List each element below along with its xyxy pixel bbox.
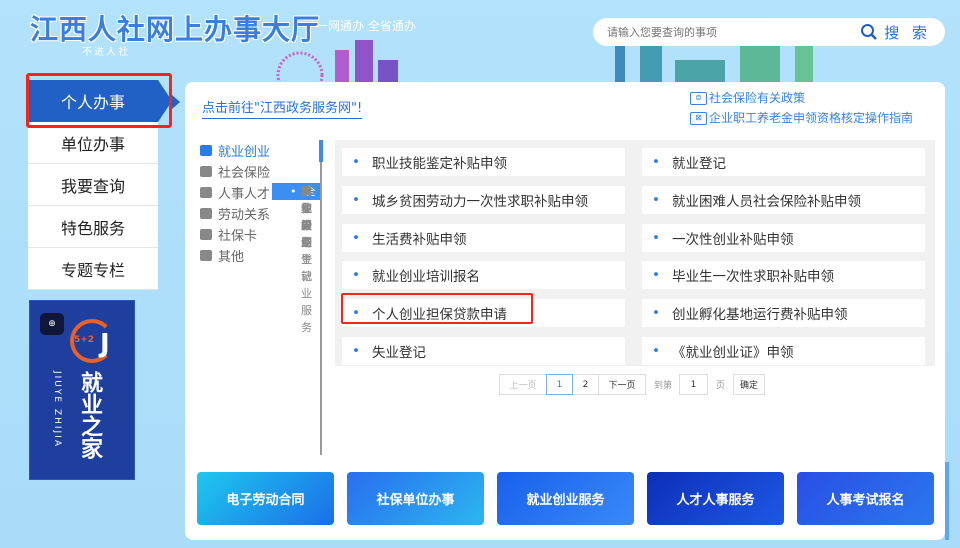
service-item[interactable]: 城乡贫困劳动力一次性求职补贴申领	[342, 185, 625, 214]
policy-link-label: 社会保险有关政策	[709, 91, 806, 105]
service-item[interactable]: 《就业创业证》申领	[642, 337, 925, 366]
confirm-button[interactable]: 确定	[733, 374, 766, 395]
card-e-contract[interactable]: 电子劳动合同	[197, 472, 334, 525]
side-nav: 个人办事 单位办事 我要查询 特色服务 专题专栏	[28, 80, 172, 290]
gov-service-link[interactable]: 点击前往"江西政务服务网"!	[202, 97, 363, 119]
service-grid: 职业技能鉴定补贴申领 就业登记 城乡贫困劳动力一次性求职补贴申领 就业困难人员社…	[335, 140, 935, 366]
nav-topics[interactable]: 专题专栏	[28, 248, 158, 290]
nav-query[interactable]: 我要查询	[28, 164, 158, 206]
banner-english: JIUYE ZHIJIA	[52, 371, 62, 448]
nav-company[interactable]: 单位办事	[28, 122, 158, 164]
slogan: 一网通办 全省通办	[316, 19, 416, 33]
prev-page-button[interactable]: 上一页	[499, 374, 547, 395]
scrollbar[interactable]	[319, 140, 323, 162]
page-unit: 页	[716, 381, 726, 391]
jiuye-zhijia-banner[interactable]: ⊕ 5+2 J JIUYE ZHIJIA 就业之家	[29, 300, 135, 480]
service-item-loan[interactable]: 个人创业担保贷款申请	[342, 299, 625, 328]
service-item[interactable]: 生活费补贴申领	[342, 223, 625, 252]
service-item[interactable]: 就业登记	[642, 148, 925, 176]
guide-link[interactable]: ⊠ 企业职工养老金申领资格核定操作指南	[690, 108, 913, 128]
category-employment[interactable]: 就业创业	[190, 140, 320, 161]
service-item[interactable]: 职业技能鉴定补贴申领	[342, 148, 625, 176]
subtitle: 不进人社	[82, 47, 130, 58]
category-social-insurance[interactable]: 社会保险	[190, 161, 320, 182]
next-page-button[interactable]: 下一页	[598, 374, 646, 395]
card-exam[interactable]: 人事考试报名	[797, 472, 934, 525]
nav-personal[interactable]: 个人办事	[28, 80, 172, 122]
card-social-company[interactable]: 社保单位办事	[347, 472, 484, 525]
category-label: 人事人才	[218, 187, 271, 202]
thumbs-up-icon	[200, 208, 212, 219]
search-button[interactable]: 搜 索	[860, 22, 931, 43]
banner-chinese: 就业之家	[77, 371, 102, 459]
grid-icon	[200, 250, 212, 261]
page-number-input[interactable]: 1	[679, 374, 709, 395]
service-item[interactable]: 创业孵化基地运行费补贴申领	[642, 299, 925, 328]
card-employment[interactable]: 就业创业服务	[497, 472, 634, 525]
service-item[interactable]: 一次性创业补贴申领	[642, 223, 925, 252]
search-label: 搜 索	[884, 23, 931, 42]
guide-icon: ⊠	[690, 111, 707, 125]
eye-icon	[200, 166, 212, 177]
main-panel: 点击前往"江西政务服务网"! ⊜ 社会保险有关政策 ⊠ 企业职工养老金申领资格核定操…	[185, 82, 945, 540]
document-icon: ⊜	[690, 91, 707, 105]
card-talent[interactable]: 人才人事服务	[647, 472, 784, 525]
page-scrollbar[interactable]	[945, 462, 949, 540]
policy-links: ⊜ 社会保险有关政策 ⊠ 企业职工养老金申领资格核定操作指南	[690, 88, 913, 128]
city-skyline-decoration	[276, 40, 813, 82]
service-item[interactable]: 就业创业培训报名	[342, 261, 625, 290]
policy-link[interactable]: ⊜ 社会保险有关政策	[690, 88, 913, 108]
quick-cards: 电子劳动合同 社保单位办事 就业创业服务 人才人事服务 人事考试报名	[197, 472, 934, 525]
goto-label: 到第	[654, 381, 673, 391]
category-label: 其他	[218, 250, 245, 265]
category-label: 就业创业	[218, 145, 271, 160]
category-tree: 就业创业 全部 职业介绍 就业失业登记 创业服务 就业援助 高校毕业生就业服务 …	[190, 140, 323, 455]
category-label: 社会保险	[218, 166, 271, 181]
building-icon	[200, 145, 212, 156]
arrow-icon	[172, 95, 180, 109]
service-item[interactable]: 毕业生一次性求职补贴申领	[642, 261, 925, 290]
search-bar: 搜 索	[593, 18, 945, 46]
search-input[interactable]	[607, 25, 861, 39]
page-1-button[interactable]: 1	[546, 374, 573, 395]
briefcase-icon	[200, 187, 212, 198]
guide-link-label: 企业职工养老金申领资格核定操作指南	[709, 111, 914, 125]
badge-icon: ⊕	[40, 313, 64, 335]
pagination: 上一页 1 2 下一页 到第 1 页 确定	[499, 374, 766, 395]
search-icon	[861, 24, 878, 40]
category-label: 社保卡	[218, 229, 258, 244]
service-item[interactable]: 失业登记	[342, 337, 625, 366]
service-item[interactable]: 就业困难人员社会保险补贴申领	[642, 185, 925, 214]
logo-letter: J	[100, 329, 110, 359]
subcategory[interactable]: 其他	[272, 183, 320, 215]
category-label: 劳动关系	[218, 208, 271, 223]
page-2-button[interactable]: 2	[572, 374, 599, 395]
nav-special[interactable]: 特色服务	[28, 206, 158, 248]
card-icon	[200, 229, 212, 240]
logo-number: 5+2	[74, 335, 95, 345]
